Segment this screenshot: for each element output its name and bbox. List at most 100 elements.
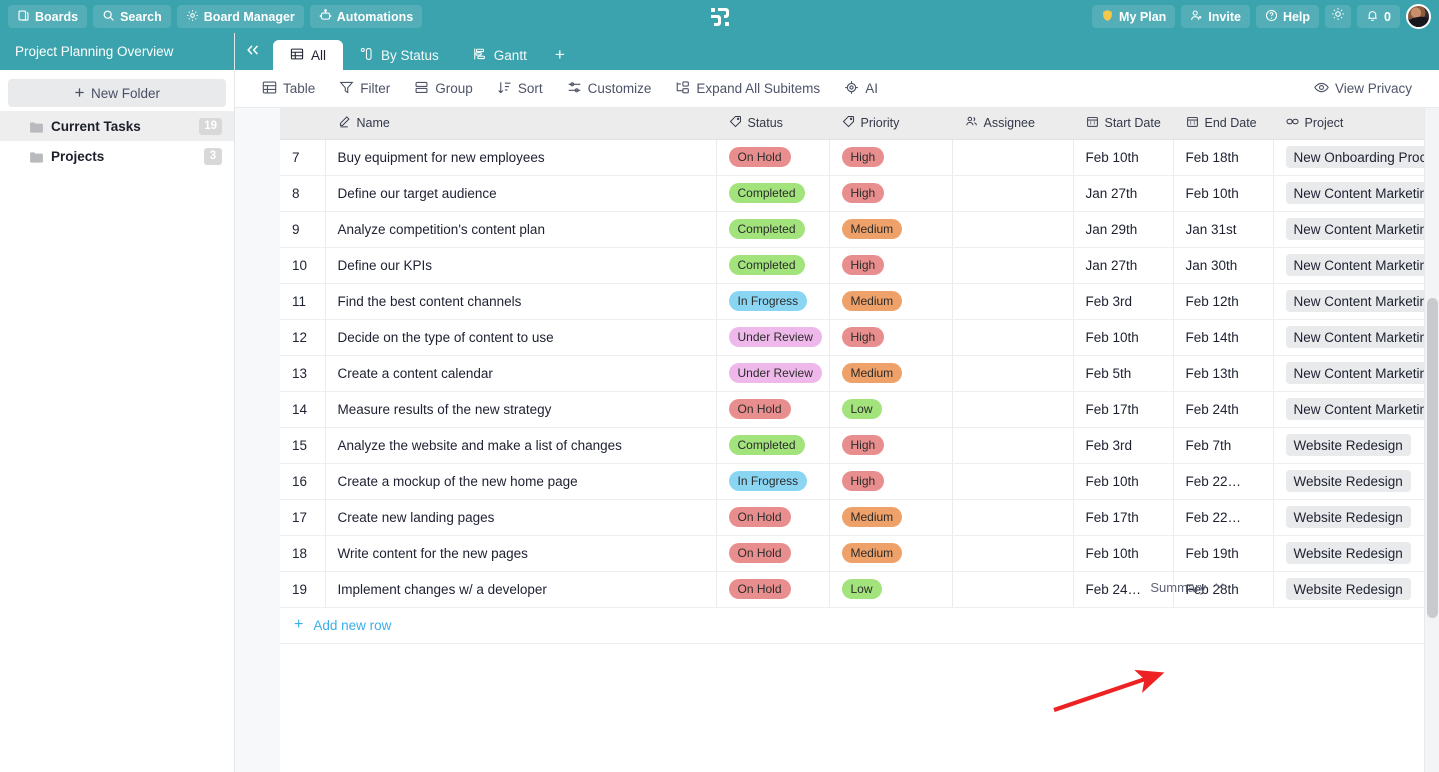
- cell-start-date[interactable]: Feb 10th: [1073, 139, 1174, 176]
- cell-assignee[interactable]: [952, 319, 1074, 356]
- cell-project[interactable]: New Content Marketing St: [1273, 319, 1439, 356]
- toolbar-expand-all-subitems-button[interactable]: Expand All Subitems: [664, 76, 831, 102]
- cell-assignee[interactable]: [952, 535, 1074, 572]
- cell-priority[interactable]: Medium: [829, 283, 953, 320]
- cell-assignee[interactable]: [952, 283, 1074, 320]
- cell-start-date[interactable]: Feb 17th: [1073, 499, 1174, 536]
- cell-assignee[interactable]: [952, 175, 1074, 212]
- view-privacy-button[interactable]: View Privacy: [1303, 76, 1423, 102]
- board-manager-button[interactable]: Board Manager: [176, 5, 304, 28]
- cell-name[interactable]: Analyze competition's content plan: [325, 211, 717, 248]
- cell-end-date[interactable]: Feb 22…: [1173, 463, 1274, 500]
- cell-status[interactable]: Completed: [716, 427, 830, 464]
- cell-project[interactable]: New Content Marketing St: [1273, 211, 1439, 248]
- cell-assignee[interactable]: [952, 139, 1074, 176]
- table-row[interactable]: 10 Define our KPIs Completed High Jan 27th Ja…: [280, 247, 1439, 284]
- cell-name[interactable]: Analyze the website and make a list of c…: [325, 427, 717, 464]
- table-row[interactable]: 16 Create a mockup of the new home page In…: [280, 463, 1439, 500]
- cell-end-date[interactable]: Feb 13th: [1173, 355, 1274, 392]
- cell-assignee[interactable]: [952, 355, 1074, 392]
- app-logo[interactable]: [709, 6, 731, 28]
- cell-start-date[interactable]: Feb 5th: [1073, 355, 1174, 392]
- toolbar-group-button[interactable]: Group: [403, 76, 484, 102]
- column-header-priority[interactable]: Priority: [829, 108, 953, 140]
- cell-status[interactable]: On Hold: [716, 391, 830, 428]
- cell-status[interactable]: Completed: [716, 175, 830, 212]
- cell-start-date[interactable]: Feb 3rd: [1073, 427, 1174, 464]
- cell-project[interactable]: New Content Marketing St: [1273, 283, 1439, 320]
- search-button[interactable]: Search: [93, 5, 171, 28]
- add-new-row-button[interactable]: + Add new row: [280, 607, 1439, 644]
- cell-name[interactable]: Create a content calendar: [325, 355, 717, 392]
- cell-priority[interactable]: High: [829, 139, 953, 176]
- cell-start-date[interactable]: Feb 17th: [1073, 391, 1174, 428]
- cell-name[interactable]: Create new landing pages: [325, 499, 717, 536]
- invite-button[interactable]: Invite: [1181, 5, 1250, 28]
- new-folder-button[interactable]: New Folder: [8, 79, 226, 107]
- cell-priority[interactable]: High: [829, 247, 953, 284]
- cell-name[interactable]: Create a mockup of the new home page: [325, 463, 717, 500]
- cell-project[interactable]: New Onboarding Process: [1273, 139, 1439, 176]
- table-row[interactable]: 14 Measure results of the new strategy On …: [280, 391, 1439, 428]
- cell-end-date[interactable]: Jan 30th: [1173, 247, 1274, 284]
- cell-end-date[interactable]: Feb 19th: [1173, 535, 1274, 572]
- cell-end-date[interactable]: Feb 12th: [1173, 283, 1274, 320]
- table-row[interactable]: 17 Create new landing pages On Hold Medium F…: [280, 499, 1439, 536]
- cell-status[interactable]: On Hold: [716, 139, 830, 176]
- vertical-scrollbar[interactable]: [1424, 108, 1439, 772]
- sidebar-item-current-tasks[interactable]: Current Tasks 19: [0, 111, 234, 141]
- cell-assignee[interactable]: [952, 211, 1074, 248]
- table-row[interactable]: 7 Buy equipment for new employees On Hold H…: [280, 139, 1439, 176]
- cell-end-date[interactable]: Feb 24th: [1173, 391, 1274, 428]
- cell-name[interactable]: Buy equipment for new employees: [325, 139, 717, 176]
- cell-status[interactable]: Completed: [716, 247, 830, 284]
- notifications-button[interactable]: 0: [1357, 5, 1400, 28]
- cell-start-date[interactable]: Jan 27th: [1073, 247, 1174, 284]
- cell-name[interactable]: Measure results of the new strategy: [325, 391, 717, 428]
- cell-priority[interactable]: High: [829, 175, 953, 212]
- cell-status[interactable]: Under Review: [716, 319, 830, 356]
- cell-assignee[interactable]: [952, 427, 1074, 464]
- toolbar-customize-button[interactable]: Customize: [556, 76, 663, 102]
- cell-start-date[interactable]: Jan 29th: [1073, 211, 1174, 248]
- cell-start-date[interactable]: Feb 10th: [1073, 535, 1174, 572]
- cell-status[interactable]: On Hold: [716, 535, 830, 572]
- collapse-sidebar-button[interactable]: [235, 33, 271, 70]
- column-header-name[interactable]: Name: [325, 108, 717, 140]
- cell-project[interactable]: Website Redesign: [1273, 427, 1439, 464]
- tab-gantt[interactable]: Gantt: [456, 40, 544, 70]
- cell-start-date[interactable]: Feb 3rd: [1073, 283, 1174, 320]
- column-header-end-date[interactable]: End Date: [1173, 108, 1274, 140]
- cell-status[interactable]: On Hold: [716, 499, 830, 536]
- cell-assignee[interactable]: [952, 247, 1074, 284]
- toolbar-sort-button[interactable]: Sort: [486, 76, 554, 102]
- cell-status[interactable]: In Frogress: [716, 463, 830, 500]
- cell-project[interactable]: New Content Marketing St: [1273, 175, 1439, 212]
- cell-name[interactable]: Write content for the new pages: [325, 535, 717, 572]
- cell-project[interactable]: New Content Marketing St: [1273, 391, 1439, 428]
- cell-priority[interactable]: Medium: [829, 211, 953, 248]
- table-row[interactable]: 12 Decide on the type of content to use Un…: [280, 319, 1439, 356]
- cell-start-date[interactable]: Feb 10th: [1073, 463, 1174, 500]
- automations-button[interactable]: Automations: [309, 5, 423, 28]
- sidebar-item-projects[interactable]: Projects 3: [0, 141, 234, 171]
- column-header-project[interactable]: Project: [1273, 108, 1439, 140]
- table-row[interactable]: 11 Find the best content channels In Frogr…: [280, 283, 1439, 320]
- cell-priority[interactable]: Medium: [829, 355, 953, 392]
- column-header-status[interactable]: Status: [716, 108, 830, 140]
- cell-project[interactable]: New Content Marketing St: [1273, 247, 1439, 284]
- boards-button[interactable]: Boards: [8, 5, 88, 28]
- cell-status[interactable]: In Frogress: [716, 283, 830, 320]
- cell-project[interactable]: Website Redesign: [1273, 499, 1439, 536]
- cell-end-date[interactable]: Jan 31st: [1173, 211, 1274, 248]
- cell-priority[interactable]: Low: [829, 391, 953, 428]
- cell-project[interactable]: New Content Marketing St: [1273, 355, 1439, 392]
- table-row[interactable]: 15 Analyze the website and make a list of…: [280, 427, 1439, 464]
- summary-dropdown-button[interactable]: Summary: [1150, 579, 1226, 595]
- cell-name[interactable]: Decide on the type of content to use: [325, 319, 717, 356]
- table-row[interactable]: 9 Analyze competition's content plan Compl…: [280, 211, 1439, 248]
- toolbar-ai-button[interactable]: AI: [833, 76, 889, 102]
- column-header-index[interactable]: [280, 108, 326, 140]
- cell-start-date[interactable]: Jan 27th: [1073, 175, 1174, 212]
- cell-assignee[interactable]: [952, 499, 1074, 536]
